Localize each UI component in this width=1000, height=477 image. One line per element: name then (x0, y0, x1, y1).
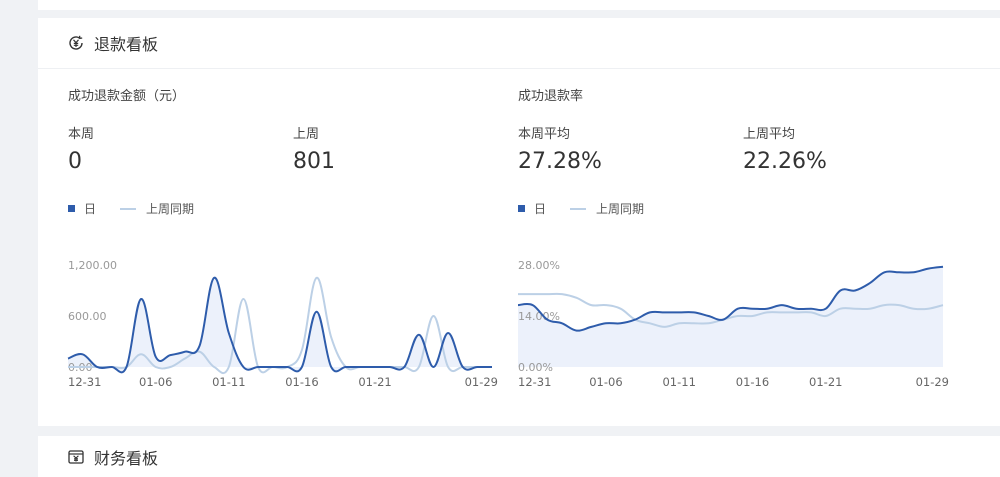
x-tick-label: 01-21 (809, 375, 842, 389)
rate-last-week-value: 22.26% (743, 149, 827, 174)
y-tick-label: 1,200.00 (68, 259, 117, 272)
rate-legend[interactable]: 日 上周同期 (518, 200, 644, 217)
x-tick-label: 01-11 (662, 375, 695, 389)
x-tick-label: 01-29 (465, 375, 498, 389)
refund-rate-chart[interactable]: 28.00%14.00%0.00%12-31 01-06 01-11 01-16 01-… (510, 250, 955, 395)
legend-last-period-label: 上周同期 (596, 202, 645, 216)
finance-board-card: 财务看板 (38, 436, 1000, 477)
legend-day-label: 日 (84, 202, 97, 216)
finance-board-title: 财务看板 (94, 448, 159, 468)
amount-legend[interactable]: 日 上周同期 (68, 200, 194, 217)
x-tick-label: 12-31 (518, 375, 551, 389)
amount-this-week-label: 本周 (68, 127, 95, 142)
legend-day-label: 日 (534, 202, 547, 216)
x-tick-label: 01-06 (139, 375, 172, 389)
x-tick-label: 01-29 (916, 375, 949, 389)
rate-this-week-label: 本周平均 (518, 127, 571, 142)
legend-day-marker (518, 205, 525, 212)
amount-last-week-value: 801 (293, 149, 335, 174)
amount-last-week-label: 上周 (293, 127, 320, 142)
rate-this-week-value: 27.28% (518, 149, 602, 174)
x-tick-label: 01-16 (736, 375, 769, 389)
x-tick-label: 01-16 (285, 375, 318, 389)
legend-last-period-marker (570, 207, 587, 210)
x-tick-label: 12-31 (68, 375, 101, 389)
y-tick-label: 600.00 (68, 310, 107, 323)
refund-rate-title: 成功退款率 (518, 89, 584, 104)
legend-day-marker (68, 205, 75, 212)
refund-amount-title: 成功退款金额（元） (68, 89, 186, 104)
y-tick-label: 28.00% (518, 259, 560, 272)
x-tick-label: 01-21 (358, 375, 391, 389)
refund-amount-chart[interactable]: 1,200.00600.000.0012-31 01-06 01-11 01-16 01… (60, 250, 500, 395)
refund-board-title: 退款看板 (94, 35, 159, 54)
finance-icon (66, 447, 86, 467)
amount-this-week-value: 0 (68, 149, 82, 174)
legend-last-period-marker (120, 207, 137, 210)
rate-last-week-label: 上周平均 (743, 127, 796, 142)
x-tick-label: 01-11 (212, 375, 245, 389)
refund-board-header: 退款看板 (38, 18, 1000, 69)
y-tick-label: 0.00% (518, 361, 553, 374)
yuan-refund-icon (66, 33, 86, 53)
x-tick-label: 01-06 (589, 375, 622, 389)
finance-board-header: 财务看板 (38, 436, 1000, 477)
legend-last-period-label: 上周同期 (146, 202, 195, 216)
top-card-remnant (38, 0, 1000, 10)
